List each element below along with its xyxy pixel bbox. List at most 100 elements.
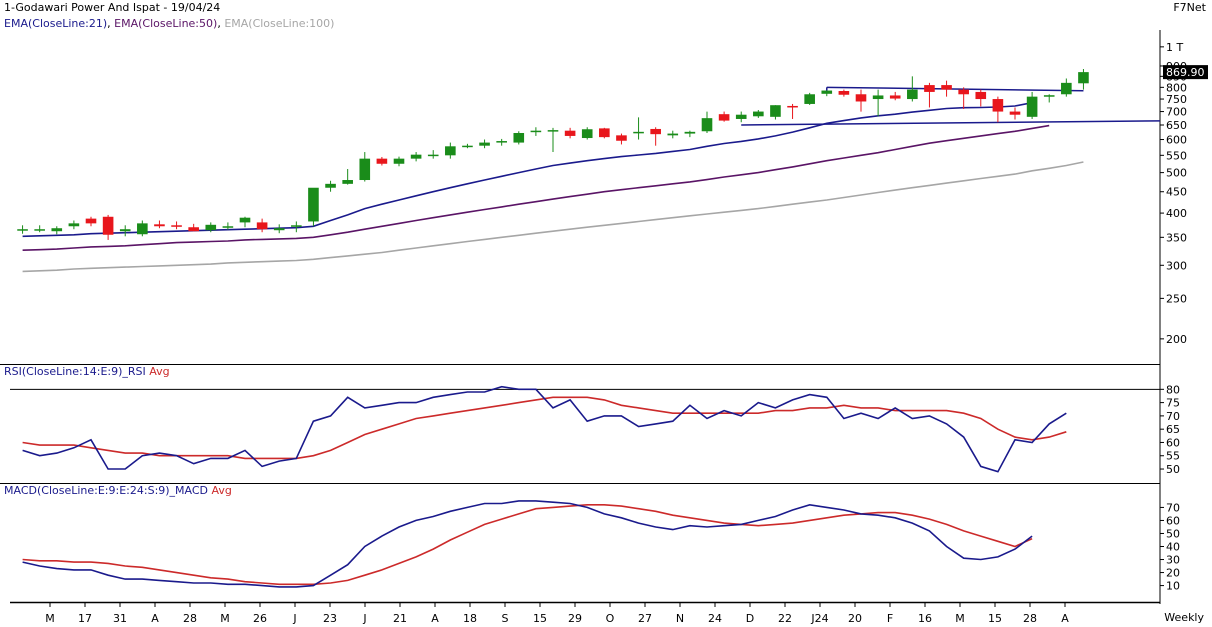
candle-body-39 <box>684 131 696 134</box>
macd-avg-line <box>22 503 1033 586</box>
xtick-label-2: 31 <box>113 612 127 625</box>
candle-body-44 <box>770 105 781 117</box>
xtick-label-3: A <box>151 612 159 625</box>
candle-body-52 <box>907 89 918 100</box>
candle-body-4 <box>85 218 97 224</box>
candle-body-49 <box>855 94 867 102</box>
candle-body-12 <box>222 226 234 228</box>
xtick-label-14: 15 <box>533 612 547 625</box>
xtick-label-20: D <box>746 612 754 625</box>
trendline-2 <box>741 120 1161 126</box>
last-price-label: 869.90 <box>1166 66 1205 79</box>
candle-body-14 <box>256 222 268 230</box>
candle-body-25 <box>445 146 456 156</box>
xtick-label-22: J24 <box>810 612 828 625</box>
xtick-label-7: J <box>292 612 296 625</box>
xtick-label-10: 21 <box>393 612 407 625</box>
candle-body-40 <box>701 118 713 132</box>
xtick-label-24: F <box>887 612 893 625</box>
candle-body-8 <box>154 224 165 227</box>
price-ytick-label-4: 400 <box>1166 207 1187 220</box>
candle-body-13 <box>239 217 251 223</box>
price-ytick-label-10: 700 <box>1166 106 1187 119</box>
macd-ytick-label-4: 50 <box>1166 527 1180 540</box>
candle-body-38 <box>667 133 679 136</box>
rsi-ytick-label-4: 70 <box>1166 410 1180 423</box>
candle-body-50 <box>872 95 884 100</box>
candle-body-42 <box>735 114 747 119</box>
candle-body-31 <box>547 130 559 132</box>
candle-body-43 <box>753 111 764 117</box>
xtick-label-11: A <box>431 612 439 625</box>
candle-body-35 <box>616 135 627 141</box>
price-ytick-label-9: 650 <box>1166 119 1187 132</box>
xtick-label-1: 17 <box>78 612 92 625</box>
candle-body-27 <box>479 142 490 146</box>
price-ytick-label-5: 450 <box>1166 186 1187 199</box>
candle-body-36 <box>633 131 644 134</box>
candle-body-46 <box>804 94 815 104</box>
candle-body-10 <box>188 227 199 232</box>
ema21-line <box>22 101 1033 238</box>
macd-ytick-label-5: 60 <box>1166 514 1180 527</box>
candle-body-53 <box>924 85 935 92</box>
price-ytick-label-11: 750 <box>1166 93 1187 106</box>
xtick-label-23: 20 <box>848 612 862 625</box>
xtick-label-0: M <box>45 612 55 625</box>
price-ytick-label-6: 500 <box>1166 167 1187 180</box>
macd-line <box>22 500 1033 588</box>
candle-body-22 <box>393 158 405 164</box>
candle-body-1 <box>34 229 45 231</box>
rsi-ytick-label-3: 65 <box>1166 423 1180 436</box>
candle-body-56 <box>975 91 987 100</box>
candle-body-60 <box>1043 95 1055 97</box>
candle-body-16 <box>291 225 302 227</box>
macd-ytick-label-2: 30 <box>1166 554 1180 567</box>
trendline-0 <box>826 86 1084 92</box>
rsi-line <box>22 385 1067 473</box>
xtick-label-29: A <box>1061 612 1069 625</box>
candle-body-62 <box>1078 72 1089 84</box>
xtick-label-4: 28 <box>183 612 197 625</box>
candle-body-6 <box>119 229 131 232</box>
candle-body-54 <box>941 85 952 90</box>
candle-body-3 <box>68 223 80 227</box>
ema100-line <box>22 161 1084 273</box>
xtick-label-5: M <box>220 612 230 625</box>
candle-body-19 <box>342 180 353 184</box>
xtick-label-19: 24 <box>708 612 722 625</box>
stock-chart[interactable]: 2002503003504004505005506006507007508008… <box>0 0 1212 627</box>
xtick-label-28: 28 <box>1023 612 1037 625</box>
xtick-label-9: J <box>362 612 366 625</box>
xtick-label-21: 22 <box>778 612 792 625</box>
macd-ytick-label-6: 70 <box>1166 501 1180 514</box>
candle-body-47 <box>821 90 833 94</box>
price-ytick-label-3: 350 <box>1166 231 1187 244</box>
candle-body-21 <box>376 158 388 164</box>
macd-ytick-label-3: 40 <box>1166 541 1180 554</box>
xtick-label-16: O <box>606 612 615 625</box>
candle-body-61 <box>1061 82 1072 95</box>
price-ytick-label-2: 300 <box>1166 259 1187 272</box>
xtick-label-8: 23 <box>323 612 337 625</box>
candle-body-11 <box>205 224 217 231</box>
rsi-ytick-label-0: 50 <box>1166 463 1180 476</box>
price-ytick-label-15: 1 T <box>1166 41 1183 54</box>
xtick-label-6: 26 <box>253 612 267 625</box>
macd-ytick-label-1: 20 <box>1166 567 1180 580</box>
rsi-ytick-label-1: 55 <box>1166 450 1180 463</box>
candle-body-0 <box>17 229 28 231</box>
candle-body-37 <box>650 128 661 135</box>
xtick-label-27: 15 <box>988 612 1002 625</box>
candle-body-32 <box>564 130 576 136</box>
candle-body-28 <box>496 141 507 143</box>
price-ytick-label-7: 550 <box>1166 149 1187 162</box>
candle-body-30 <box>530 130 542 133</box>
candle-body-59 <box>1026 96 1038 117</box>
candle-body-29 <box>513 132 525 143</box>
candle-body-9 <box>171 225 182 227</box>
xtick-label-26: M <box>955 612 965 625</box>
xtick-label-12: 18 <box>463 612 477 625</box>
candle-body-33 <box>581 129 593 139</box>
candle-body-34 <box>599 128 610 138</box>
